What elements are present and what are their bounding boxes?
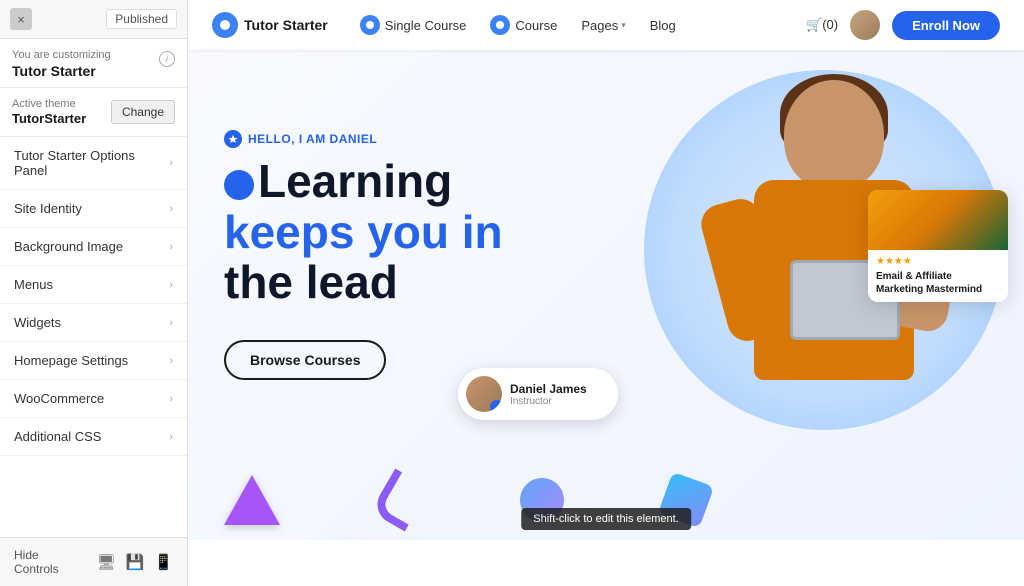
tooltip-bar: Shift-click to edit this element. [521, 508, 691, 530]
nav-pages[interactable]: Pages ▾ [581, 18, 625, 33]
menu-item-homepage-settings[interactable]: Homepage Settings › [0, 342, 187, 380]
chevron-right-icon: › [169, 279, 173, 291]
instructor-card-overlay: Daniel James Instructor [458, 368, 618, 420]
cart-button[interactable]: 🛒(0) [806, 17, 838, 33]
nav-blog[interactable]: Blog [650, 18, 676, 33]
change-theme-button[interactable]: Change [111, 100, 175, 124]
hide-controls-button[interactable]: Hide Controls [14, 548, 81, 576]
chevron-right-icon: › [169, 393, 173, 405]
menu-item-site-identity[interactable]: Site Identity › [0, 190, 187, 228]
nav-link-icon [490, 15, 510, 35]
dropdown-arrow-icon: ▾ [621, 20, 626, 31]
site-logo: Tutor Starter [212, 12, 328, 38]
tablet-icon[interactable]: 💾 [126, 553, 145, 571]
theme-name: TutorStarter [12, 111, 86, 126]
nav-course[interactable]: Course [490, 15, 557, 35]
triangle-shape [224, 475, 280, 525]
chevron-right-icon: › [169, 157, 173, 169]
menu-item-options-panel[interactable]: Tutor Starter Options Panel › [0, 137, 187, 190]
nav-link-icon [360, 15, 380, 35]
course-stars: ★★★★ [876, 256, 1000, 267]
chevron-right-icon: › [169, 203, 173, 215]
chevron-right-icon: › [169, 317, 173, 329]
hook-shape [370, 468, 430, 531]
menu-item-menus[interactable]: Menus › [0, 266, 187, 304]
info-icon[interactable]: i [159, 51, 175, 67]
mobile-icon[interactable]: 📱 [154, 553, 173, 571]
close-button[interactable]: × [10, 8, 32, 30]
chevron-right-icon: › [169, 241, 173, 253]
chevron-right-icon: › [169, 431, 173, 443]
course-card-body: ★★★★ Email & Affiliate Marketing Masterm… [868, 250, 1008, 302]
panel-header: × Published [0, 0, 187, 39]
theme-title: Tutor Starter [12, 63, 111, 79]
hero-tag-icon [224, 130, 242, 148]
course-card-image [868, 190, 1008, 250]
preview-area: Tutor Starter Single Course Course Pages… [188, 0, 1024, 586]
instructor-avatar [466, 376, 502, 412]
menu-item-background-image[interactable]: Background Image › [0, 228, 187, 266]
course-card-overlay: ★★★★ Email & Affiliate Marketing Masterm… [868, 190, 1008, 302]
hero-tag: HELLO, I AM DANIEL [224, 130, 584, 148]
enroll-button[interactable]: Enroll Now [892, 11, 1000, 40]
customizer-panel: × Published You are customizing Tutor St… [0, 0, 188, 586]
user-avatar[interactable] [850, 10, 880, 40]
customizing-section: You are customizing Tutor Starter i [0, 39, 187, 88]
active-theme-section: Active theme TutorStarter Change [0, 88, 187, 137]
instructor-name: Daniel James [510, 382, 587, 396]
browse-courses-button[interactable]: Browse Courses [224, 340, 386, 380]
panel-menu: Tutor Starter Options Panel › Site Ident… [0, 137, 187, 537]
logo-icon [212, 12, 238, 38]
nav-links: Single Course Course Pages ▾ Blog [360, 15, 806, 35]
menu-item-additional-css[interactable]: Additional CSS › [0, 418, 187, 456]
nav-right: 🛒(0) Enroll Now [806, 10, 1000, 40]
hero-section: HELLO, I AM DANIEL Learning keeps you in… [188, 50, 1024, 540]
course-card-title: Email & Affiliate Marketing Mastermind [876, 270, 1000, 296]
instructor-verified-badge [490, 400, 502, 412]
desktop-icon[interactable]: 🖥 [97, 553, 116, 571]
footer-icons: 🖥 💾 📱 [97, 553, 173, 571]
instructor-role: Instructor [510, 396, 587, 407]
menu-item-woocommerce[interactable]: WooCommerce › [0, 380, 187, 418]
customizing-label: You are customizing [12, 49, 111, 61]
chevron-right-icon: › [169, 355, 173, 367]
instructor-info: Daniel James Instructor [510, 382, 587, 407]
active-theme-label: Active theme [12, 98, 86, 110]
navigation-bar: Tutor Starter Single Course Course Pages… [188, 0, 1024, 50]
panel-footer: Hide Controls 🖥 💾 📱 [0, 537, 187, 586]
published-badge: Published [106, 9, 177, 29]
menu-item-widgets[interactable]: Widgets › [0, 304, 187, 342]
hero-content: HELLO, I AM DANIEL Learning keeps you in… [224, 130, 584, 380]
hero-title: Learning keeps you in the lead [224, 156, 584, 308]
person-head [784, 80, 884, 190]
nav-single-course[interactable]: Single Course [360, 15, 467, 35]
